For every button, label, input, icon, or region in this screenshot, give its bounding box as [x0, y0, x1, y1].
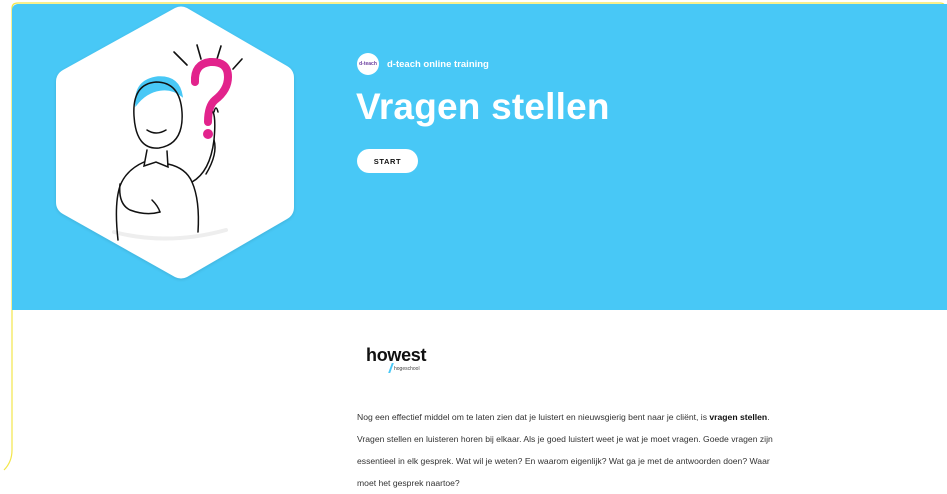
brand-row: d-teach d-teach online training [357, 52, 489, 76]
hero-banner [12, 4, 947, 310]
intro-text-part1: Nog een effectief middel om te laten zie… [357, 412, 710, 422]
partner-name: howest [366, 345, 427, 365]
course-title: Vragen stellen [356, 86, 610, 127]
intro-text-part2: . Vragen stellen en luisteren horen bij … [357, 412, 773, 488]
d-teach-logo: d-teach [357, 53, 379, 75]
brand-label: d-teach online training [387, 58, 489, 70]
partner-tagline: hogeschool [394, 366, 420, 372]
course-illustration [48, 4, 302, 294]
course-intro-text: Nog een effectief middel om te laten zie… [357, 406, 787, 494]
howest-logo: howest hogeschool [366, 345, 436, 375]
start-button[interactable]: START [357, 149, 418, 173]
intro-bold-term: vragen stellen [709, 412, 768, 422]
